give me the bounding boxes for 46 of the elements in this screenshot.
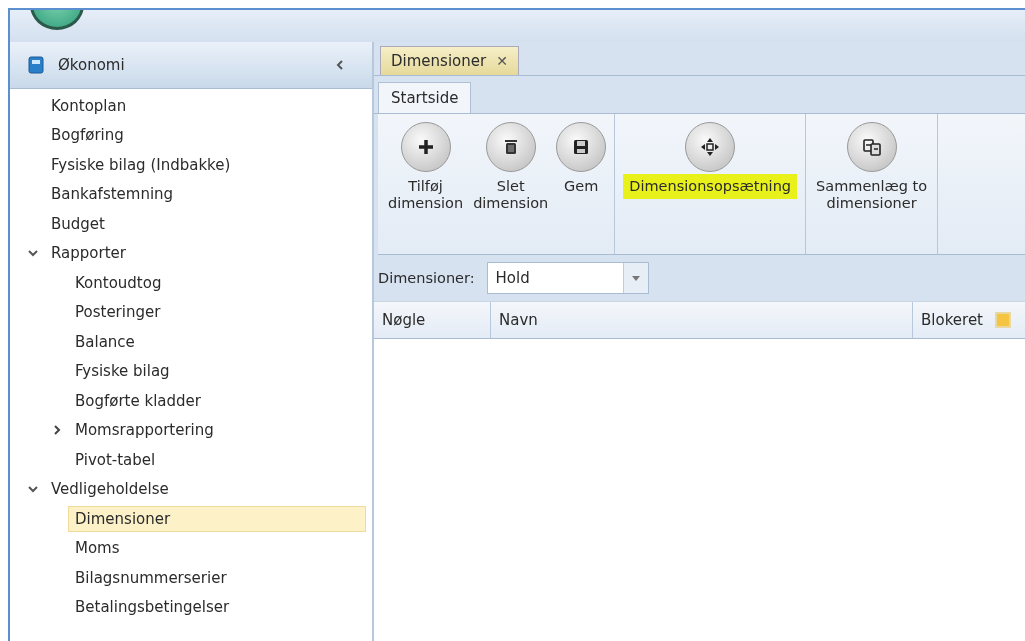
tree-item[interactable]: Vedligeholdelse <box>44 476 176 503</box>
ribbon-button-label[interactable]: Sammenlæg to dimensioner <box>814 178 930 213</box>
four-arrows-icon[interactable] <box>685 122 736 172</box>
tree-item[interactable]: Momsrapportering <box>68 417 221 444</box>
ribbon-tab[interactable]: Startside <box>378 82 472 113</box>
column-header[interactable]: Blokeret <box>913 302 1025 338</box>
column-header[interactable]: Navn <box>491 302 914 338</box>
tree-item[interactable]: Bankafstemning <box>44 181 181 208</box>
tree-item[interactable]: Kontoudtog <box>68 269 169 296</box>
chevron-down-icon[interactable] <box>28 248 38 259</box>
close-icon[interactable]: ✕ <box>496 53 508 69</box>
tree-item[interactable]: Betalingsbetingelser <box>68 594 237 621</box>
chevron-left-icon[interactable] <box>336 60 344 70</box>
plus-icon[interactable] <box>400 122 451 172</box>
tree-item[interactable]: Posteringer <box>68 299 168 326</box>
tree-item[interactable]: Bilagsnummerserier <box>68 564 234 591</box>
tree-item[interactable]: Dimensioner <box>68 505 366 532</box>
tab-label: Dimensioner <box>391 52 487 70</box>
chevron-down-icon[interactable] <box>28 484 38 495</box>
chevron-right-icon[interactable] <box>52 425 62 436</box>
documents-icon[interactable] <box>846 122 897 172</box>
ribbon-button-label[interactable]: Slet dimension <box>471 178 551 213</box>
tree-item[interactable]: Fysiske bilag <box>68 358 177 385</box>
tree-item[interactable]: Moms <box>68 535 127 562</box>
ribbon-button-label[interactable]: Gem <box>562 178 601 196</box>
checkbox-icon[interactable] <box>995 312 1011 328</box>
ribbon-button-label[interactable]: Dimensionsopsætning <box>623 174 798 200</box>
trash-icon[interactable] <box>485 122 536 172</box>
tree-item[interactable]: Fysiske bilag (Indbakke) <box>44 151 238 178</box>
tree-item[interactable]: Budget <box>44 210 112 237</box>
column-header[interactable]: Nøgle <box>374 302 491 338</box>
tree-item[interactable]: Pivot-tabel <box>68 446 163 473</box>
sidebar-title: Økonomi <box>58 56 126 74</box>
filter-label: Dimensioner: <box>378 270 475 286</box>
tree-item[interactable]: Bogføring <box>44 122 131 149</box>
tree-item[interactable]: Kontoplan <box>44 92 134 119</box>
tree-item[interactable]: Bogførte kladder <box>68 387 208 414</box>
sidebar-header[interactable]: Økonomi <box>10 42 372 89</box>
ribbon-button-label[interactable]: Tilføj dimension <box>386 178 466 213</box>
document-tab[interactable]: Dimensioner ✕ <box>380 46 519 75</box>
tree-item[interactable]: Rapporter <box>44 240 133 267</box>
book-icon <box>28 56 44 74</box>
tree-item[interactable]: Balance <box>68 328 142 355</box>
floppy-disk-icon[interactable] <box>556 122 607 172</box>
dimension-dropdown[interactable]: Hold <box>486 262 649 294</box>
dropdown-arrow-icon[interactable] <box>631 275 640 281</box>
